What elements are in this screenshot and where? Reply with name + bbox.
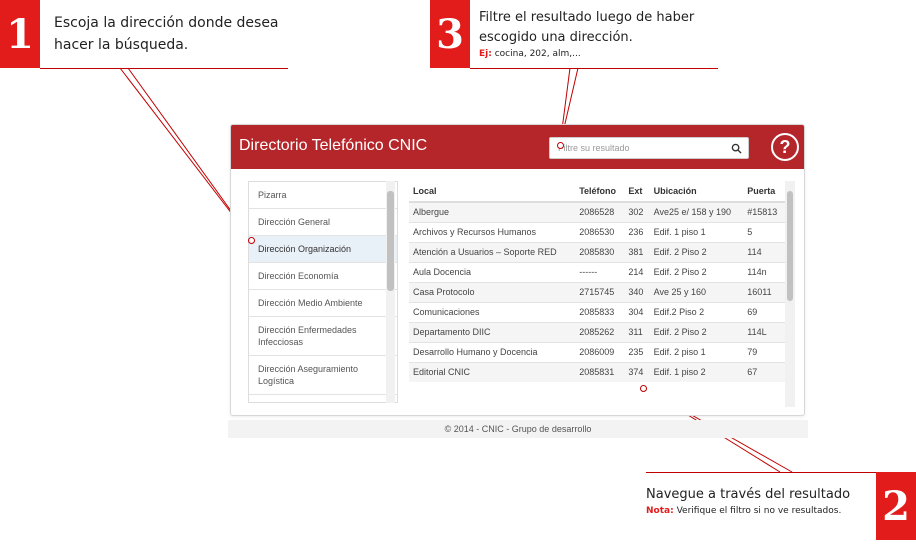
- table-cell: Edif. 2 Piso 2: [649, 262, 744, 283]
- sidebar-item[interactable]: Dirección Organización: [249, 236, 397, 263]
- table-cell: Edif. 2 Piso 2: [649, 242, 744, 263]
- table-cell: Edif.2 Piso 2: [649, 302, 744, 323]
- table-cell: 311: [624, 322, 650, 343]
- table-body: Albergue 2086528 302 Ave25 e/ 158 y 190 #158…: [409, 201, 785, 382]
- app-header: Directorio Telefónico CNIC ?: [231, 125, 804, 169]
- sidebar-item[interactable]: Dirección Aseguramiento Logística: [249, 356, 397, 395]
- table-cell: Comunicaciones: [409, 302, 576, 323]
- table-cell: 2085830: [575, 242, 625, 263]
- table-cell: 114L: [743, 322, 785, 343]
- table-cell: Ave 25 y 160: [649, 282, 744, 303]
- table-cell: 5: [743, 222, 785, 243]
- table-cell: ------: [575, 262, 625, 283]
- table-cell: Edif. 2 Piso 2: [649, 322, 744, 343]
- table-row[interactable]: Departamento DIIC 2085262 311 Edif. 2 Piso …: [409, 322, 785, 343]
- callout-3-dot: [557, 142, 564, 149]
- table-cell: 69: [743, 302, 785, 323]
- table-scrollbar[interactable]: [785, 181, 795, 407]
- table-row[interactable]: Archivos y Recursos Humanos 2086530 236 Edi…: [409, 222, 785, 243]
- table-cell: 2085262: [575, 322, 625, 343]
- table-scroll-thumb[interactable]: [787, 191, 793, 301]
- table-cell: Edif. 2 piso 1: [649, 342, 744, 363]
- direction-list: Pizarra Dirección General Dirección Organi…: [248, 181, 398, 403]
- table-cell: 2086009: [575, 342, 625, 363]
- table-cell: 2086530: [575, 222, 625, 243]
- table-cell: 2086528: [575, 201, 625, 223]
- sidebar-item[interactable]: Pizarra: [249, 182, 397, 209]
- search-icon[interactable]: [731, 143, 742, 154]
- table-cell: 236: [624, 222, 650, 243]
- callout-1-dot: [248, 237, 255, 244]
- sidebar-item[interactable]: Dirección Enfermedades Infecciosas: [249, 317, 397, 356]
- table-row[interactable]: Atención a Usuarios – Soporte RED 2085830…: [409, 242, 785, 263]
- help-icon[interactable]: ?: [771, 133, 799, 161]
- table-cell: 374: [624, 362, 650, 382]
- table-cell: 2085833: [575, 302, 625, 323]
- table-cell: Atención a Usuarios – Soporte RED: [409, 242, 576, 263]
- table-row[interactable]: Desarrollo Humano y Docencia 2086009 235 Ed…: [409, 342, 785, 363]
- help-glyph: ?: [779, 136, 791, 157]
- app-title: Directorio Telefónico CNIC: [239, 137, 428, 154]
- column-header[interactable]: Ubicación: [649, 181, 744, 203]
- search-input[interactable]: [550, 138, 720, 158]
- table-row[interactable]: Albergue 2086528 302 Ave25 e/ 158 y 190 #158…: [409, 201, 785, 223]
- table-cell: Archivos y Recursos Humanos: [409, 222, 576, 243]
- table-cell: Ave25 e/ 158 y 190: [649, 201, 744, 223]
- table-cell: 235: [624, 342, 650, 363]
- table-row[interactable]: Editorial CNIC 2085831 374 Edif. 1 piso 2 67: [409, 362, 785, 382]
- table-cell: 340: [624, 282, 650, 303]
- table-cell: 304: [624, 302, 650, 323]
- column-header[interactable]: Teléfono: [575, 181, 625, 203]
- sidebar-item[interactable]: Dirección Seguridad Protección: [249, 395, 397, 402]
- table-cell: Albergue: [409, 201, 576, 223]
- table-header-row: Local Teléfono Ext Ubicación Puerta: [409, 181, 785, 203]
- sidebar-item[interactable]: Dirección Economía: [249, 263, 397, 290]
- table-row[interactable]: Casa Protocolo 2715745 340 Ave 25 y 160 1601…: [409, 282, 785, 303]
- table-cell: #15813: [743, 201, 785, 223]
- table-cell: Edif. 1 piso 1: [649, 222, 744, 243]
- table-cell: 79: [743, 342, 785, 363]
- results-table-wrap: Local Teléfono Ext Ubicación Puerta Albergue…: [409, 181, 785, 407]
- results-table: Local Teléfono Ext Ubicación Puerta Albergue…: [409, 181, 785, 382]
- table-row[interactable]: Comunicaciones 2085833 304 Edif.2 Piso 2 69: [409, 302, 785, 323]
- column-header[interactable]: Ext: [624, 181, 650, 203]
- table-cell: 2085831: [575, 362, 625, 382]
- table-row[interactable]: Aula Docencia ------ 214 Edif. 2 Piso 2 114n: [409, 262, 785, 283]
- directory-app: Directorio Telefónico CNIC ? PizarraDire…: [230, 124, 805, 416]
- table-cell: 16011: [743, 282, 785, 303]
- sidebar-item[interactable]: Dirección Medio Ambiente: [249, 290, 397, 317]
- table-cell: 67: [743, 362, 785, 382]
- sidebar-scrollbar[interactable]: [386, 181, 395, 403]
- footer: © 2014 - CNIC - Grupo de desarrollo: [228, 420, 808, 438]
- table-cell: 214: [624, 262, 650, 283]
- table-cell: 114: [743, 242, 785, 263]
- table-cell: Departamento DIIC: [409, 322, 576, 343]
- table-cell: Editorial CNIC: [409, 362, 576, 382]
- table-cell: Casa Protocolo: [409, 282, 576, 303]
- callout-2-dot: [640, 385, 647, 392]
- table-cell: Edif. 1 piso 2: [649, 362, 744, 382]
- sidebar-scroll-thumb[interactable]: [387, 191, 394, 291]
- table-cell: 2715745: [575, 282, 625, 303]
- table-cell: Desarrollo Humano y Docencia: [409, 342, 576, 363]
- sidebar-item[interactable]: Dirección General: [249, 209, 397, 236]
- table-cell: 381: [624, 242, 650, 263]
- table-cell: 114n: [743, 262, 785, 283]
- table-cell: 302: [624, 201, 650, 223]
- table-cell: Aula Docencia: [409, 262, 576, 283]
- search-box[interactable]: [549, 137, 749, 159]
- column-header[interactable]: Local: [409, 181, 576, 203]
- column-header[interactable]: Puerta: [743, 181, 785, 203]
